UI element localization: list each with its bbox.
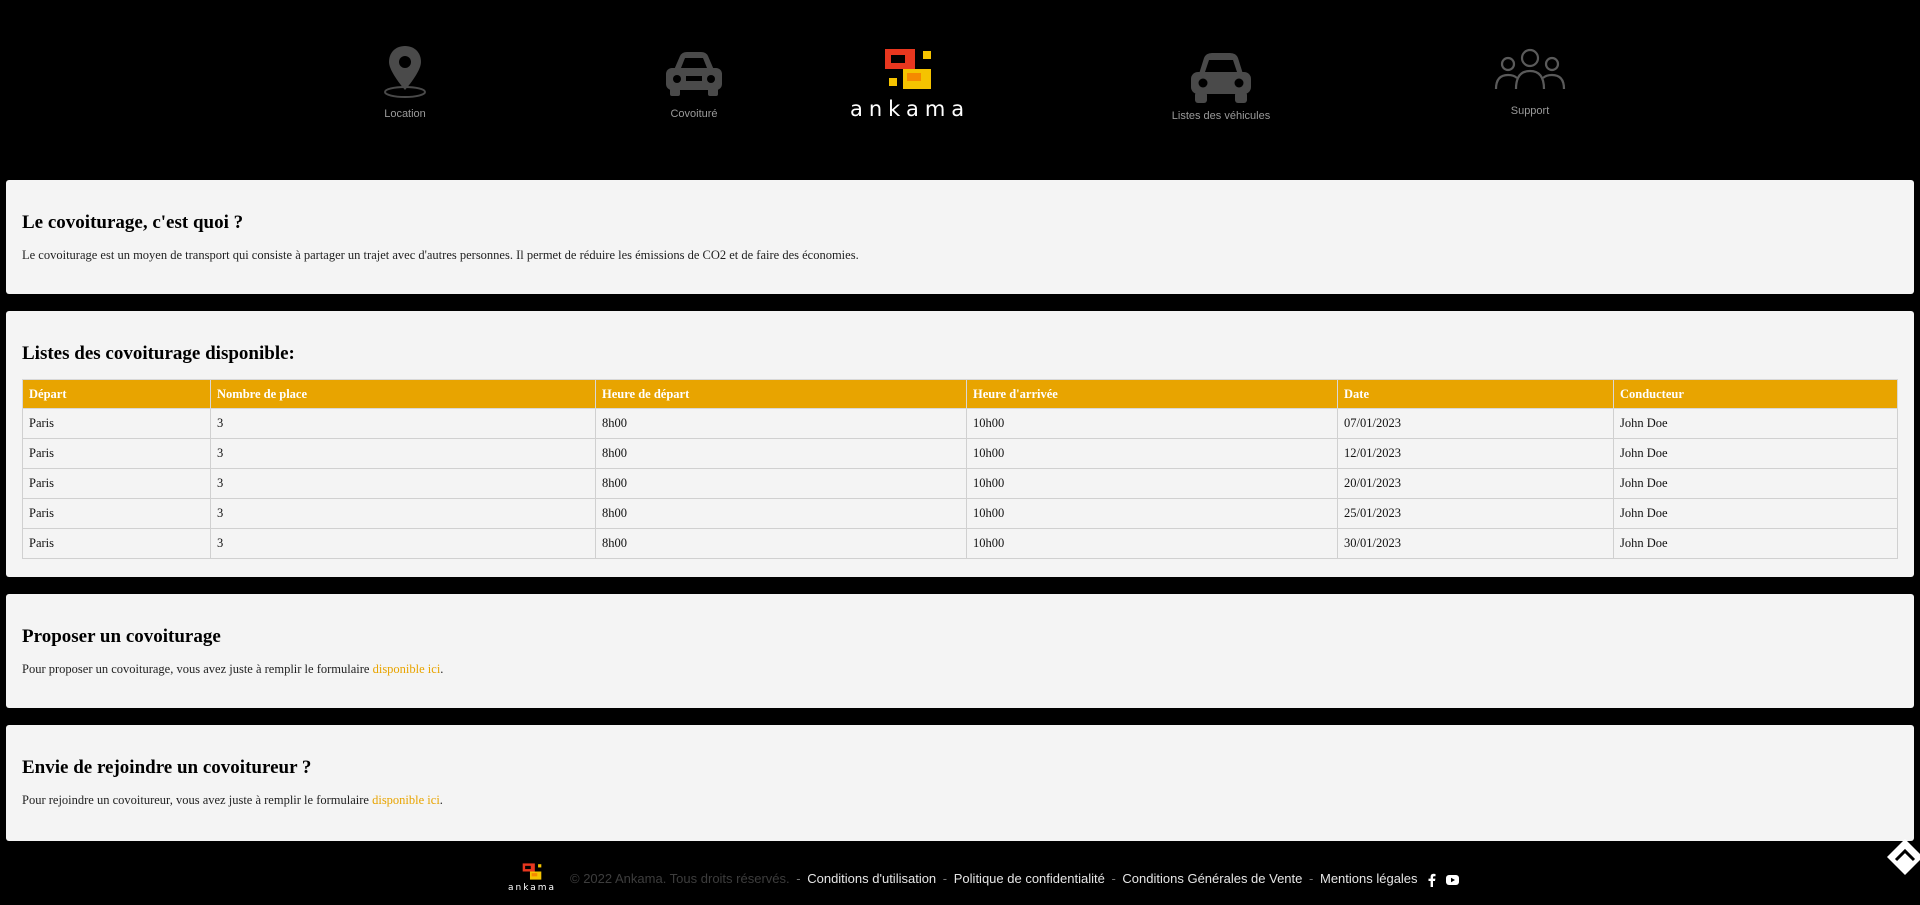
footer-copyright: © 2022 Ankama. Tous droits réservés. bbox=[570, 871, 790, 886]
header-arrival-time: Heure d'arrivée bbox=[966, 379, 1338, 409]
cell-departure-time: 8h00 bbox=[595, 498, 967, 529]
cell-driver: John Doe bbox=[1613, 438, 1898, 469]
cell-date: 30/01/2023 bbox=[1337, 528, 1614, 559]
table-row: Paris 3 8h00 10h00 07/01/2023 John Doe bbox=[22, 408, 1898, 439]
ankama-logo-mark bbox=[885, 49, 931, 89]
footer: ankama © 2022 Ankama. Tous droits réserv… bbox=[0, 842, 1920, 905]
cell-date: 07/01/2023 bbox=[1337, 408, 1614, 439]
cell-depart: Paris bbox=[22, 468, 211, 499]
logo-wordmark: ankama bbox=[850, 97, 971, 121]
nav-label-covoiture: Covoituré bbox=[670, 108, 718, 120]
join-text-before: Pour rejoindre un covoitureur, vous avez… bbox=[22, 793, 373, 807]
table-row: Paris 3 8h00 10h00 25/01/2023 John Doe bbox=[22, 498, 1898, 529]
footer-link-sales-terms[interactable]: Conditions Générales de Vente bbox=[1122, 871, 1302, 886]
top-navigation: Location Covoituré ankama Listes des véh… bbox=[0, 0, 1920, 180]
header-departure-time: Heure de départ bbox=[595, 379, 967, 409]
car-icon bbox=[1191, 53, 1251, 103]
propose-text-after: . bbox=[440, 662, 444, 676]
join-form-link[interactable]: disponible ici bbox=[372, 793, 440, 807]
carpool-table: Départ Nombre de place Heure de départ H… bbox=[22, 379, 1898, 559]
cell-departure-time: 8h00 bbox=[595, 408, 967, 439]
nav-item-location[interactable]: Location bbox=[365, 44, 445, 120]
cell-arrival-time: 10h00 bbox=[966, 468, 1338, 499]
cell-arrival-time: 10h00 bbox=[966, 408, 1338, 439]
join-section: Envie de rejoindre un covoitureur ? Pour… bbox=[6, 725, 1914, 841]
nav-label-location: Location bbox=[384, 108, 426, 120]
facebook-icon[interactable] bbox=[1427, 873, 1436, 887]
cell-departure-time: 8h00 bbox=[595, 468, 967, 499]
cell-places: 3 bbox=[210, 498, 596, 529]
cell-date: 12/01/2023 bbox=[1337, 438, 1614, 469]
cell-places: 3 bbox=[210, 468, 596, 499]
header-driver: Conducteur bbox=[1613, 379, 1898, 409]
users-group-icon bbox=[1494, 48, 1566, 90]
cell-places: 3 bbox=[210, 438, 596, 469]
cell-depart: Paris bbox=[22, 438, 211, 469]
cell-places: 3 bbox=[210, 408, 596, 439]
join-text-after: . bbox=[439, 793, 443, 807]
table-row: Paris 3 8h00 10h00 30/01/2023 John Doe bbox=[22, 528, 1898, 559]
join-text: Pour rejoindre un covoitureur, vous avez… bbox=[22, 793, 1898, 808]
table-row: Paris 3 8h00 10h00 20/01/2023 John Doe bbox=[22, 468, 1898, 499]
footer-link-legal[interactable]: Mentions légales bbox=[1320, 871, 1418, 886]
join-title: Envie de rejoindre un covoitureur ? bbox=[22, 757, 312, 778]
cell-depart: Paris bbox=[22, 408, 211, 439]
table-row: Paris 3 8h00 10h00 12/01/2023 John Doe bbox=[22, 438, 1898, 469]
cell-depart: Paris bbox=[22, 498, 211, 529]
header-date: Date bbox=[1337, 379, 1614, 409]
cell-arrival-time: 10h00 bbox=[966, 438, 1338, 469]
cell-arrival-time: 10h00 bbox=[966, 498, 1338, 529]
nav-item-covoiture[interactable]: Covoituré bbox=[654, 48, 734, 120]
map-pin-icon bbox=[384, 46, 426, 98]
nav-label-vehicles: Listes des véhicules bbox=[1171, 110, 1271, 122]
header-depart: Départ bbox=[22, 379, 211, 409]
footer-logo[interactable]: ankama bbox=[508, 863, 556, 893]
propose-form-link[interactable]: disponible ici bbox=[373, 662, 441, 676]
cell-date: 20/01/2023 bbox=[1337, 468, 1614, 499]
cell-driver: John Doe bbox=[1613, 408, 1898, 439]
intro-section: Le covoiturage, c'est quoi ? Le covoitur… bbox=[6, 180, 1914, 294]
propose-title: Proposer un covoiturage bbox=[22, 626, 221, 647]
cell-driver: John Doe bbox=[1613, 468, 1898, 499]
car-front-icon bbox=[666, 52, 722, 96]
footer-separator: - bbox=[1309, 871, 1314, 886]
footer-separator: - bbox=[942, 871, 948, 886]
cell-driver: John Doe bbox=[1613, 528, 1898, 559]
cell-departure-time: 8h00 bbox=[595, 528, 967, 559]
cell-arrival-time: 10h00 bbox=[966, 528, 1338, 559]
scroll-to-top-button[interactable] bbox=[1886, 838, 1920, 876]
cell-depart: Paris bbox=[22, 528, 211, 559]
header-places: Nombre de place bbox=[210, 379, 596, 409]
table-header-row: Départ Nombre de place Heure de départ H… bbox=[22, 379, 1898, 409]
cell-date: 25/01/2023 bbox=[1337, 498, 1614, 529]
footer-separator: - bbox=[796, 871, 801, 886]
footer-link-terms[interactable]: Conditions d'utilisation bbox=[807, 871, 936, 886]
footer-logo-wordmark: ankama bbox=[508, 883, 557, 893]
footer-logo-mark bbox=[522, 863, 542, 880]
propose-section: Proposer un covoiturage Pour proposer un… bbox=[6, 594, 1914, 708]
intro-text: Le covoiturage est un moyen de transport… bbox=[22, 248, 859, 262]
youtube-icon[interactable] bbox=[1445, 874, 1459, 885]
propose-text: Pour proposer un covoiturage, vous avez … bbox=[22, 662, 1898, 677]
propose-text-before: Pour proposer un covoiturage, vous avez … bbox=[22, 662, 373, 676]
footer-links: © 2022 Ankama. Tous droits réservés. - C… bbox=[570, 871, 1459, 887]
nav-item-support[interactable]: Support bbox=[1490, 47, 1570, 117]
nav-label-support: Support bbox=[1510, 105, 1550, 117]
footer-link-privacy[interactable]: Politique de confidentialité bbox=[954, 871, 1105, 886]
cell-departure-time: 8h00 bbox=[595, 438, 967, 469]
ankama-logo[interactable]: ankama bbox=[850, 48, 966, 121]
footer-separator: - bbox=[1111, 871, 1116, 886]
carpool-list-section: Listes des covoiturage disponible: Dépar… bbox=[6, 311, 1914, 577]
intro-title: Le covoiturage, c'est quoi ? bbox=[22, 212, 244, 233]
cell-places: 3 bbox=[210, 528, 596, 559]
list-title: Listes des covoiturage disponible: bbox=[22, 343, 295, 364]
nav-item-vehicles[interactable]: Listes des véhicules bbox=[1161, 50, 1281, 122]
cell-driver: John Doe bbox=[1613, 498, 1898, 529]
